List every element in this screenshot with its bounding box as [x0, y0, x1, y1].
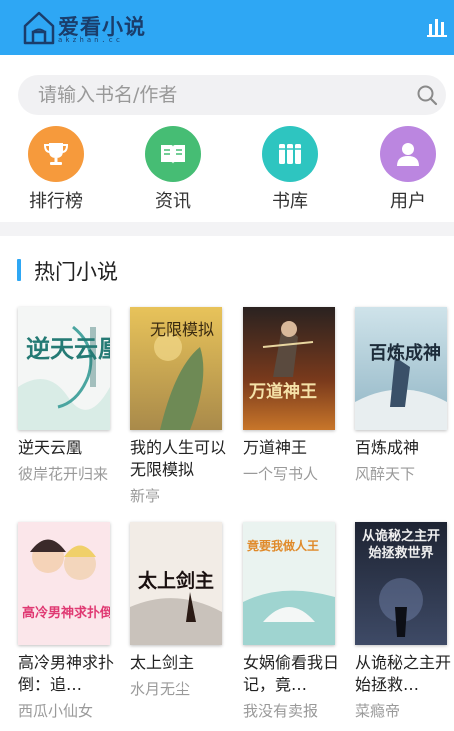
- book-cover-art: 太上剑主: [130, 522, 222, 645]
- logo-subtext: akzhan.cc: [58, 36, 123, 44]
- book-cover-art: 从诡秘之主开始拯救世界: [355, 522, 447, 645]
- book-author: 风醉天下: [355, 465, 416, 483]
- book-title[interactable]: 女娲偷看我日记，竟…: [243, 652, 339, 696]
- trophy-icon: [43, 143, 69, 165]
- cover-title-text: 从诡秘之主开始拯救世界: [361, 529, 440, 561]
- book-title[interactable]: 太上剑主: [130, 652, 226, 674]
- book-title[interactable]: 我的人生可以无限模拟: [130, 437, 226, 481]
- book-author: 一个写书人: [243, 465, 319, 483]
- book-cover[interactable]: 逆天云凰: [18, 307, 110, 430]
- nav-user-circle: [380, 126, 436, 182]
- cover-title-text: 高冷男神求扑倒: [22, 605, 110, 621]
- nav-news-circle: [145, 126, 201, 182]
- book-cover-art: 万道神王: [243, 307, 335, 430]
- book-title[interactable]: 逆天云凰: [18, 437, 114, 459]
- nav-ranking-label: 排行榜: [29, 191, 83, 212]
- cover-title-text: 逆天云凰: [26, 334, 110, 363]
- cover-title-text: 百炼成神: [369, 342, 441, 364]
- section-divider: [0, 222, 454, 236]
- book-author: 水月无尘: [130, 680, 191, 698]
- book-title[interactable]: 百炼成神: [355, 437, 451, 459]
- book-cover[interactable]: 百炼成神: [355, 307, 447, 430]
- book-cover[interactable]: 高冷男神求扑倒: [18, 522, 110, 645]
- book-cover[interactable]: 竟要我做人王: [243, 522, 335, 645]
- nav-library[interactable]: 书库: [245, 124, 335, 212]
- search-input[interactable]: [38, 75, 418, 115]
- book-cover-art: 百炼成神: [355, 307, 447, 430]
- books-icon: [279, 144, 301, 164]
- book-cover[interactable]: 万道神王: [243, 307, 335, 430]
- nav-ranking[interactable]: 排行榜: [11, 124, 101, 212]
- book-title[interactable]: 高冷男神求扑倒：追…: [18, 652, 114, 696]
- book-cover[interactable]: 太上剑主: [130, 522, 222, 645]
- book-cover-art: 逆天云凰: [18, 307, 110, 430]
- site-logo[interactable]: 爱看小说 akzhan.cc: [22, 9, 145, 47]
- nav-ranking-circle: [28, 126, 84, 182]
- nav-library-label: 书库: [272, 191, 308, 212]
- search-bar[interactable]: [18, 75, 446, 115]
- book-author: 新亭: [130, 487, 161, 505]
- search-icon[interactable]: [416, 84, 438, 106]
- nav-news-label: 资讯: [155, 191, 191, 212]
- book-author: 我没有卖报: [243, 702, 319, 720]
- book-author: 菜瘾帝: [355, 702, 401, 720]
- book-cover-art: 无限模拟: [130, 307, 222, 430]
- nav-user[interactable]: 用户: [363, 124, 453, 212]
- book-cover[interactable]: 无限模拟: [130, 307, 222, 430]
- section-accent-bar: [17, 259, 21, 281]
- book-title[interactable]: 万道神王: [243, 437, 339, 459]
- book-author: 西瓜小仙女: [18, 702, 94, 720]
- book-cover-art: 竟要我做人王: [243, 522, 335, 645]
- section-title: 热门小说: [34, 260, 118, 284]
- book-open-icon: [161, 145, 185, 164]
- ranking-chart-button[interactable]: [426, 16, 448, 38]
- nav-library-circle: [262, 126, 318, 182]
- nav-user-label: 用户: [390, 191, 426, 212]
- app-header: 爱看小说 akzhan.cc: [0, 0, 454, 55]
- book-title[interactable]: 从诡秘之主开始拯救…: [355, 652, 451, 696]
- cover-title-text: 太上剑主: [138, 569, 214, 592]
- cover-title-text: 无限模拟: [150, 320, 214, 339]
- house-logo-icon: [23, 11, 55, 45]
- book-author: 彼岸花开归来: [18, 465, 109, 483]
- nav-news[interactable]: 资讯: [128, 124, 218, 212]
- cover-title-text: 万道神王: [248, 381, 317, 402]
- book-cover[interactable]: 从诡秘之主开始拯救世界: [355, 522, 447, 645]
- book-cover-art: 高冷男神求扑倒: [18, 522, 110, 645]
- cover-title-text: 竟要我做人王: [246, 538, 319, 553]
- bar-chart-icon: [427, 19, 447, 37]
- user-icon: [397, 143, 419, 166]
